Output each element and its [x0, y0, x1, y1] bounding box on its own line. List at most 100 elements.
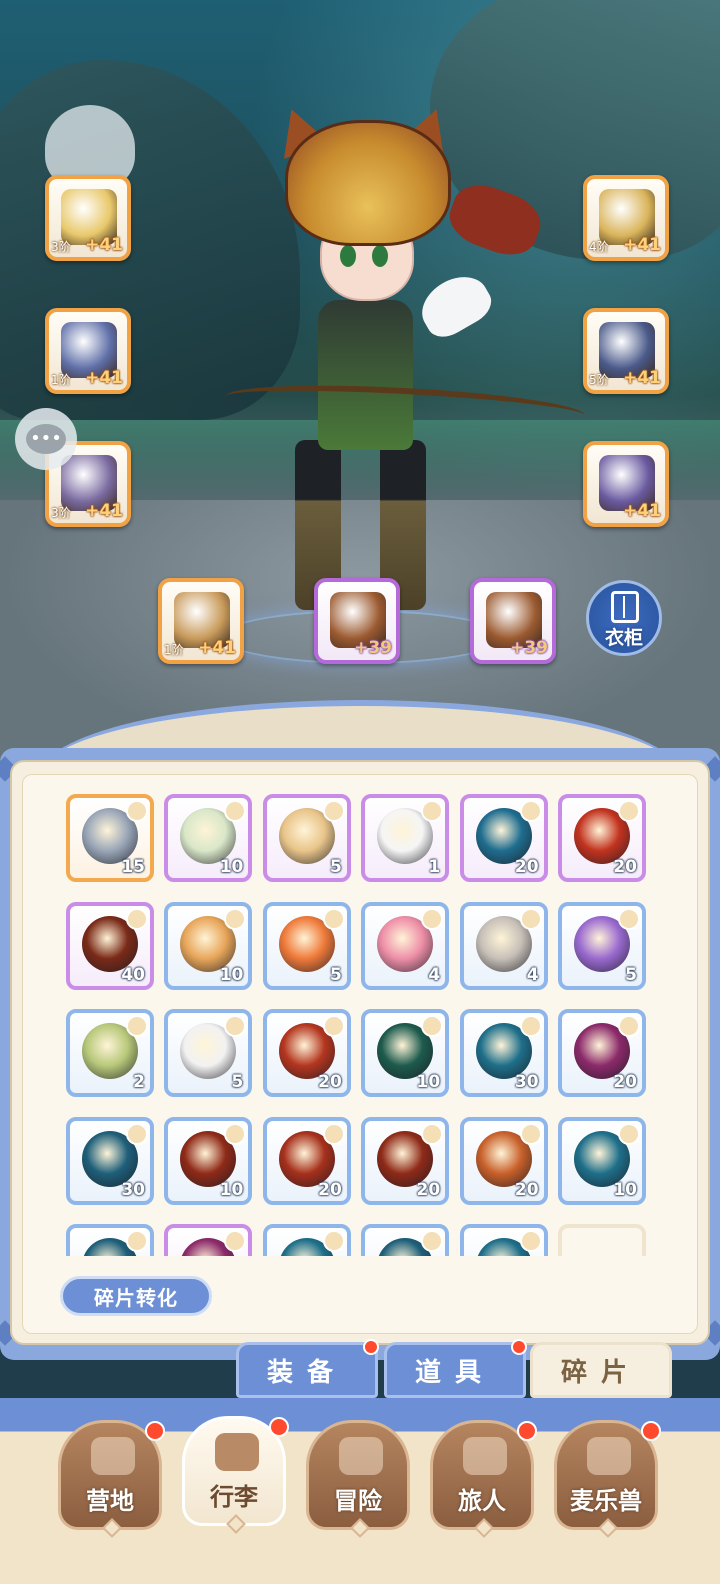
- tab-0[interactable]: 装备: [236, 1339, 379, 1398]
- fragment-item[interactable]: 4: [459, 901, 548, 990]
- puzzle-piece-icon: [519, 907, 542, 930]
- equip-level: +41: [85, 368, 123, 388]
- character-body: [318, 300, 413, 450]
- tab-1[interactable]: 道具: [384, 1339, 527, 1398]
- empty-slot: [558, 1224, 646, 1256]
- equip-slot-armor[interactable]: 1阶 +41: [45, 308, 131, 394]
- tab-label: 碎片: [560, 1357, 641, 1388]
- tab-label: 装备: [266, 1357, 347, 1388]
- equip-slot-amulet[interactable]: +39: [470, 578, 556, 664]
- fragment-item[interactable]: 20: [262, 1116, 351, 1205]
- fragment-item[interactable]: 5: [164, 1009, 253, 1097]
- fragment-item[interactable]: 5: [262, 794, 351, 882]
- fragment-item[interactable]: 20: [459, 794, 548, 882]
- fragment-item[interactable]: 20: [262, 1009, 351, 1097]
- chat-button[interactable]: •••: [15, 408, 77, 470]
- fragment-item[interactable]: 30: [66, 1116, 154, 1205]
- fragment-item[interactable]: [459, 1224, 548, 1256]
- fragment-item[interactable]: 10: [164, 901, 253, 990]
- fragment-count: 5: [231, 1072, 244, 1092]
- equip-slot-boots[interactable]: +41: [583, 441, 669, 527]
- fragment-item[interactable]: 10: [164, 1116, 253, 1205]
- fragment-count: 10: [219, 964, 244, 985]
- wardrobe-label: 衣柜: [604, 627, 643, 649]
- puzzle-piece-icon: [421, 1230, 444, 1252]
- fragment-item[interactable]: [66, 1224, 154, 1256]
- equip-slot-bow[interactable]: 3阶 +41: [45, 175, 131, 261]
- puzzle-piece-icon: [618, 800, 640, 822]
- equip-slot-helmet[interactable]: 4阶 +41: [583, 175, 669, 261]
- nav-cat[interactable]: 麦乐兽: [554, 1420, 661, 1538]
- nav-label: 营地: [86, 1487, 134, 1515]
- puzzle-piece-icon: [126, 800, 148, 822]
- chest-icon: [215, 1433, 259, 1471]
- equip-tier: 3阶: [51, 240, 71, 254]
- nav-label: 行李: [210, 1483, 258, 1511]
- puzzle-piece-icon: [421, 800, 444, 822]
- nav-crossed-swords[interactable]: 冒险: [306, 1420, 410, 1538]
- fragment-grid[interactable]: 15 10 5 1 20 20 40 10 5 4 4 5 2 5 20 10 30 20 30 10 20 20 20 10: [66, 794, 666, 1256]
- fragment-item[interactable]: 20: [361, 1116, 450, 1205]
- puzzle-piece-icon: [322, 1230, 345, 1252]
- fragment-item[interactable]: 10: [361, 1009, 450, 1097]
- fragment-count: 30: [121, 1179, 145, 1200]
- equip-slot-ring[interactable]: 1阶 +41: [158, 578, 244, 664]
- puzzle-piece-icon: [126, 1122, 148, 1145]
- fragment-item[interactable]: 2: [66, 1009, 154, 1097]
- puzzle-piece-icon: [322, 907, 345, 930]
- fragment-item[interactable]: 5: [558, 901, 646, 990]
- fragment-item[interactable]: 4: [361, 901, 450, 990]
- wardrobe-button[interactable]: 衣柜: [586, 580, 662, 656]
- tab-2[interactable]: 碎片: [530, 1342, 672, 1398]
- fragment-item[interactable]: [164, 1224, 253, 1256]
- equip-slot-necklace[interactable]: +39: [314, 578, 400, 664]
- puzzle-piece-icon: [224, 1122, 247, 1145]
- character-eye: [372, 245, 388, 267]
- fragment-count: 4: [526, 964, 539, 985]
- fragment-count: 15: [121, 857, 145, 877]
- nav-traveler[interactable]: 旅人: [430, 1420, 537, 1538]
- character-eye: [340, 245, 356, 267]
- fragment-count: 20: [613, 1072, 637, 1092]
- wardrobe-icon: [611, 591, 639, 623]
- nav-castle[interactable]: 营地: [58, 1420, 165, 1538]
- puzzle-piece-icon: [618, 907, 640, 930]
- fragment-count: 20: [613, 857, 637, 877]
- nav-label: 冒险: [334, 1487, 382, 1515]
- equip-tier: 3阶: [51, 506, 71, 520]
- fragment-item[interactable]: [262, 1224, 351, 1256]
- fragment-item[interactable]: 30: [459, 1009, 548, 1097]
- fragment-item[interactable]: 20: [558, 1009, 646, 1097]
- fragment-count: 20: [514, 1179, 539, 1200]
- nav-chest[interactable]: 行李: [182, 1416, 289, 1534]
- puzzle-piece-icon: [224, 1230, 247, 1252]
- castle-icon: [91, 1437, 135, 1475]
- fragment-item[interactable]: 20: [459, 1116, 548, 1205]
- puzzle-piece-icon: [618, 1122, 640, 1145]
- puzzle-piece-icon: [519, 1015, 542, 1037]
- traveler-icon: [463, 1437, 507, 1475]
- fragment-item[interactable]: 20: [558, 794, 646, 882]
- tab-label: 道具: [414, 1357, 495, 1388]
- fragment-convert-button[interactable]: 碎片转化: [60, 1276, 212, 1316]
- notification-dot: [145, 1421, 165, 1441]
- fragment-item[interactable]: 10: [164, 794, 253, 882]
- puzzle-piece-icon: [224, 800, 247, 822]
- fragment-item[interactable]: [361, 1224, 450, 1256]
- notification-dot: [517, 1421, 537, 1441]
- equip-slot-gloves[interactable]: 5阶 +41: [583, 308, 669, 394]
- puzzle-piece-icon: [322, 800, 345, 822]
- puzzle-piece-icon: [519, 800, 542, 822]
- fragment-item[interactable]: 10: [558, 1116, 646, 1205]
- puzzle-piece-icon: [224, 907, 247, 930]
- fragment-item[interactable]: 1: [361, 794, 450, 882]
- nav-label: 旅人: [458, 1487, 506, 1515]
- puzzle-piece-icon: [322, 1015, 345, 1037]
- fragment-count: 5: [329, 857, 342, 877]
- fragment-count: 10: [219, 857, 244, 877]
- fragment-item[interactable]: 5: [262, 901, 351, 990]
- character-wing: [412, 265, 498, 345]
- puzzle-piece-icon: [126, 907, 148, 930]
- fragment-item[interactable]: 40: [66, 901, 154, 990]
- fragment-item[interactable]: 15: [66, 794, 154, 882]
